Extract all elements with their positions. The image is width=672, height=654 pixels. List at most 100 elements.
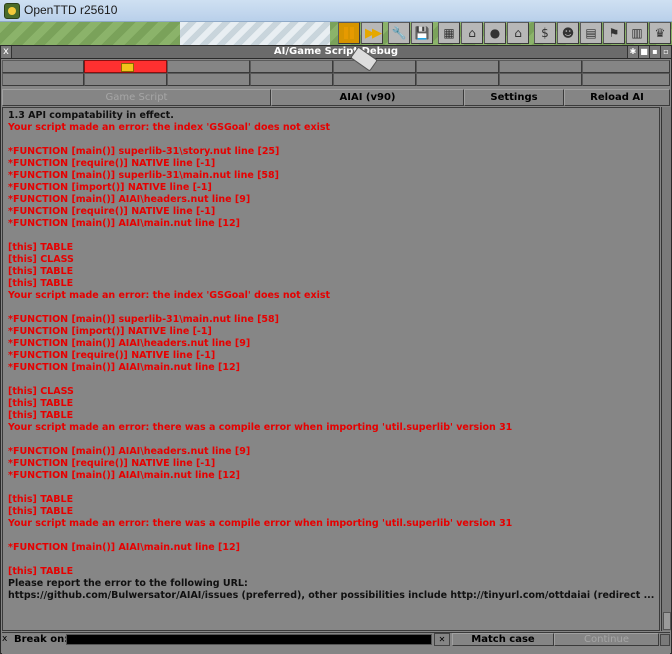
log-line: [this] TABLE <box>8 410 74 421</box>
resize-handle[interactable] <box>660 634 670 646</box>
graphs-button[interactable]: ▥ <box>626 22 648 44</box>
match-case-button[interactable]: Match case <box>452 633 554 646</box>
company-slot[interactable] <box>416 60 499 73</box>
log-line: [this] TABLE <box>8 494 74 505</box>
app-title-bar: OpenTTD r25610 <box>0 0 672 22</box>
company-slot[interactable] <box>416 73 499 86</box>
log-line: [this] TABLE <box>8 242 74 253</box>
company-slot[interactable] <box>250 73 333 86</box>
log-line: *FUNCTION [require()] NATIVE line [-1] <box>8 350 216 361</box>
log-line: *FUNCTION [require()] NATIVE line [-1] <box>8 458 216 469</box>
company-slot[interactable] <box>167 73 250 86</box>
settings-button[interactable]: 🔧 <box>388 22 410 44</box>
log-line: *FUNCTION [require()] NATIVE line [-1] <box>8 158 216 169</box>
company-slot[interactable] <box>167 60 250 73</box>
company-slot[interactable] <box>582 60 670 73</box>
log-line: *FUNCTION [import()] NATIVE line [-1] <box>8 182 212 193</box>
company-slot[interactable] <box>2 73 84 86</box>
clear-button[interactable]: ✕ <box>434 633 450 646</box>
debug-window-titlebar[interactable]: AI/Game Script Debug x ✱ ■ ▪ ▫ <box>1 46 671 59</box>
stations-button[interactable]: ⌂ <box>507 22 529 44</box>
subsidies-button[interactable]: ● <box>484 22 506 44</box>
continue-button[interactable]: Continue <box>554 633 659 646</box>
company-slot[interactable] <box>84 73 167 86</box>
ai-debug-window: AI/Game Script Debug x ✱ ■ ▪ ▫ Game Scri… <box>0 45 672 654</box>
map-button[interactable]: ▦ <box>438 22 460 44</box>
openttd-app-icon <box>4 3 20 19</box>
fast-forward-button[interactable]: ▶▶ <box>361 22 383 44</box>
log-line: Please report the error to the following… <box>8 578 248 589</box>
log-line: [this] TABLE <box>8 566 74 577</box>
debug-icon: ✱ <box>629 47 637 56</box>
shade-button[interactable]: ▪ <box>649 46 660 58</box>
defsize-button[interactable]: ▫ <box>660 46 671 58</box>
company-slot[interactable] <box>499 60 582 73</box>
company-button[interactable]: ☻ <box>557 22 579 44</box>
story-book-icon: ▤ <box>585 26 597 40</box>
log-line: Your script made an error: the index 'GS… <box>8 122 331 133</box>
company-icon: ☻ <box>561 26 575 40</box>
reload-ai-button[interactable]: Reload AI <box>564 89 670 106</box>
log-line: [this] TABLE <box>8 398 74 409</box>
log-line: 1.3 API compatability in effect. <box>8 110 174 121</box>
company-slot-active[interactable] <box>84 60 167 73</box>
league-icon: ♛ <box>654 26 666 40</box>
subsidies-icon: ● <box>489 26 501 40</box>
break-on-input[interactable] <box>66 634 432 645</box>
close-window-button[interactable]: x <box>1 46 12 58</box>
settings-button[interactable]: Settings <box>464 89 564 106</box>
fast-forward-icon: ▶▶ <box>365 25 382 41</box>
log-line: [this] TABLE <box>8 506 74 517</box>
break-bar: x Break on: ✕ Match case Continue <box>2 632 670 654</box>
company-slot[interactable] <box>333 73 416 86</box>
story-book-button[interactable]: ▤ <box>580 22 602 44</box>
log-line: *FUNCTION [main()] AIAI\main.nut line [1… <box>8 542 240 553</box>
save-icon: 💾 <box>414 26 430 40</box>
log-scrollbar[interactable] <box>661 107 671 631</box>
log-line: Your script made an error: the index 'GS… <box>8 290 331 301</box>
company-slot[interactable] <box>499 73 582 86</box>
save-button[interactable]: 💾 <box>411 22 433 44</box>
log-line: *FUNCTION [main()] superlib-31\story.nut… <box>8 146 280 157</box>
finances-icon: $ <box>541 26 549 40</box>
ai-name-label: AIAI (v90) <box>271 89 464 106</box>
scrollbar-thumb[interactable] <box>663 612 671 630</box>
sticky-button[interactable]: ■ <box>638 46 649 58</box>
main-toolbar: ▶▶ 🔧 💾 ▦ ⌂ ● ⌂ $ ☻ ▤ ⚑ ▥ ♛ <box>338 22 672 46</box>
log-line: Your script made an error: there was a c… <box>8 422 513 433</box>
debug-toggle-button[interactable]: ✱ <box>627 46 638 58</box>
company-slot[interactable] <box>250 60 333 73</box>
snow-terrain <box>180 22 330 46</box>
log-line: *FUNCTION [main()] superlib-31\main.nut … <box>8 170 279 181</box>
company-slot[interactable] <box>582 73 670 86</box>
company-slot[interactable] <box>2 60 84 73</box>
pause-button[interactable] <box>338 22 360 44</box>
goals-button[interactable]: ⚑ <box>603 22 625 44</box>
league-button[interactable]: ♛ <box>649 22 671 44</box>
pause-icon <box>344 27 354 39</box>
settings-icon: 🔧 <box>391 26 407 40</box>
debug-log-panel[interactable]: 1.3 API compatability in effect. Your scr… <box>2 107 660 631</box>
log-line: *FUNCTION [main()] superlib-31\main.nut … <box>8 314 279 325</box>
log-line: Your script made an error: there was a c… <box>8 518 513 529</box>
town-directory-button[interactable]: ⌂ <box>461 22 483 44</box>
shade-icon: ▪ <box>652 47 658 56</box>
log-line: *FUNCTION [main()] AIAI\main.nut line [1… <box>8 362 240 373</box>
break-toggle[interactable]: x <box>2 633 10 646</box>
defsize-icon: ▫ <box>663 47 669 56</box>
log-line: [this] CLASS <box>8 386 74 397</box>
finances-button[interactable]: $ <box>534 22 556 44</box>
game-script-button[interactable]: Game Script <box>2 89 271 106</box>
town-directory-icon: ⌂ <box>468 26 476 40</box>
log-line: *FUNCTION [main()] AIAI\headers.nut line… <box>8 338 251 349</box>
goals-icon: ⚑ <box>608 26 620 40</box>
log-line: https://github.com/Bulwersator/AIAI/issu… <box>8 590 655 601</box>
